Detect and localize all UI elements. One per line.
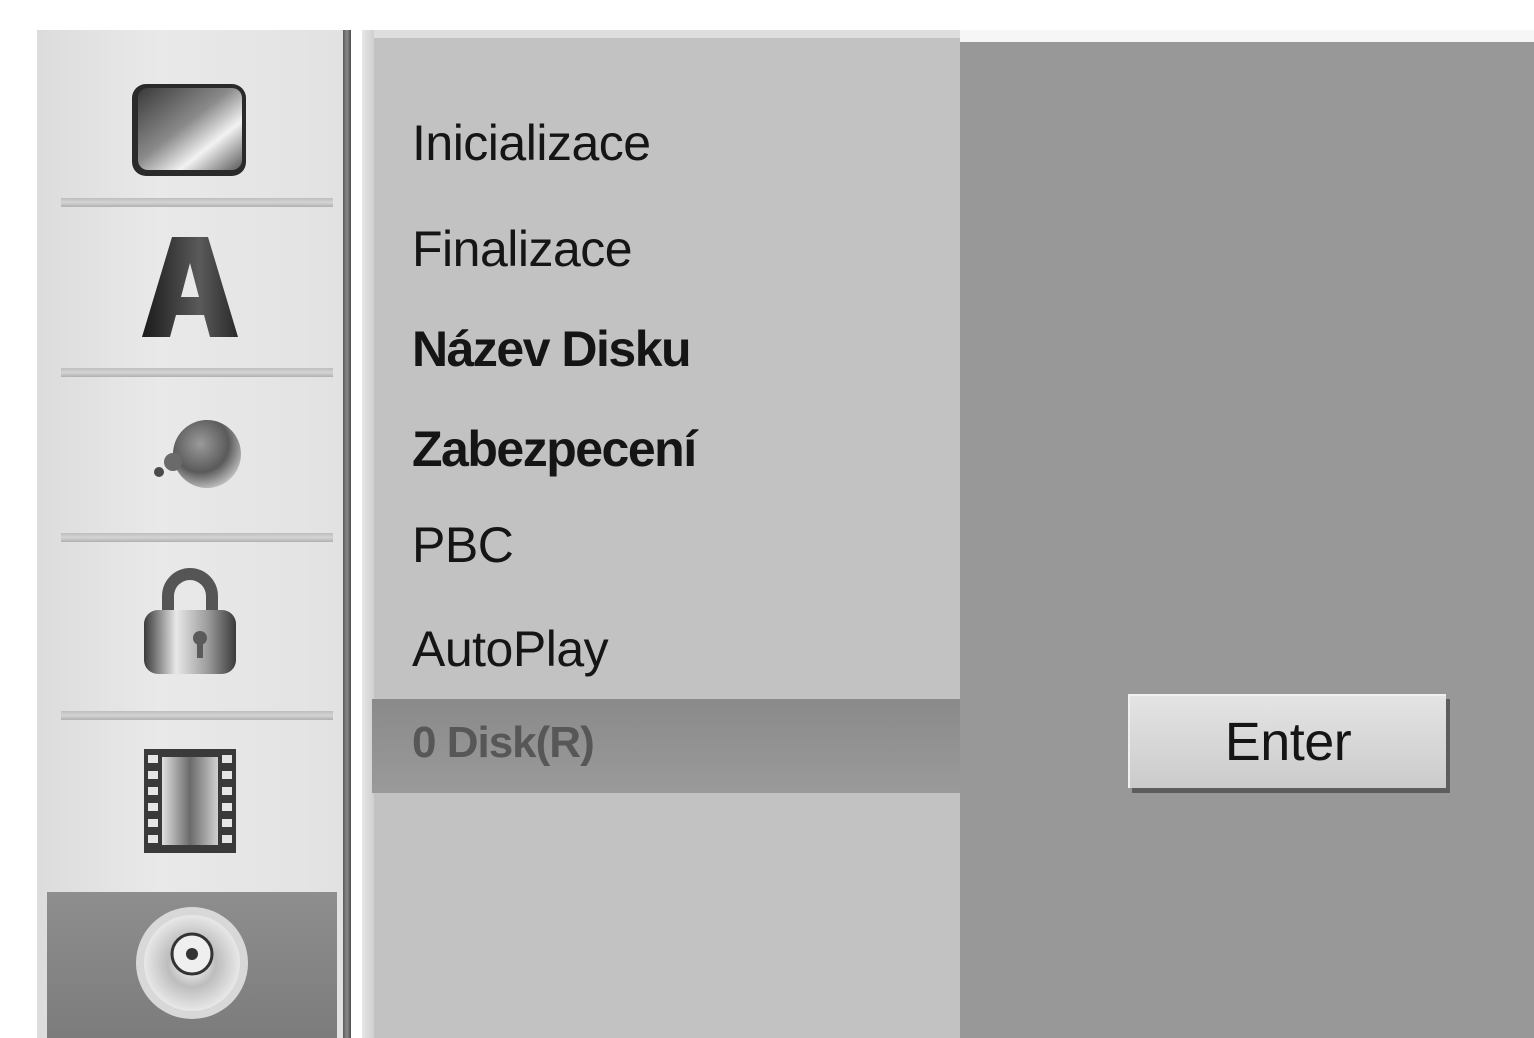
sidebar-item-disc[interactable] [47, 892, 337, 1038]
sidebar [37, 30, 343, 1038]
disk-type-label: 0 Disk(R) [412, 718, 595, 767]
menu-item-autoplay[interactable]: AutoPlay [412, 620, 609, 678]
sidebar-item-lock[interactable] [37, 543, 343, 708]
film-strip-icon [140, 745, 240, 862]
sidebar-item-audio[interactable] [37, 378, 343, 528]
option-panel [960, 42, 1534, 1038]
letter-a-icon [140, 233, 240, 348]
menu-panel-top-edge [362, 30, 960, 38]
menu-item-protection[interactable]: Zabezpecení [412, 420, 697, 478]
enter-button[interactable]: Enter [1128, 694, 1446, 788]
disc-icon [133, 904, 251, 1027]
padlock-icon [138, 566, 242, 685]
sidebar-item-recording[interactable] [37, 721, 343, 886]
sidebar-item-picture[interactable] [37, 50, 343, 215]
tv-screen-icon [128, 78, 252, 187]
sidebar-item-language[interactable] [37, 208, 343, 373]
menu-item-initialize[interactable]: Inicializace [412, 114, 651, 172]
audio-sphere-icon [135, 406, 245, 501]
menu-item-pbc[interactable]: PBC [412, 516, 514, 574]
sidebar-divider [343, 30, 351, 1038]
menu-panel-left-edge [362, 30, 374, 1038]
menu-item-finalize[interactable]: Finalizace [412, 220, 633, 278]
right-panel-top-edge [960, 30, 1534, 42]
menu-item-disc-name[interactable]: Název Disku [412, 320, 692, 378]
